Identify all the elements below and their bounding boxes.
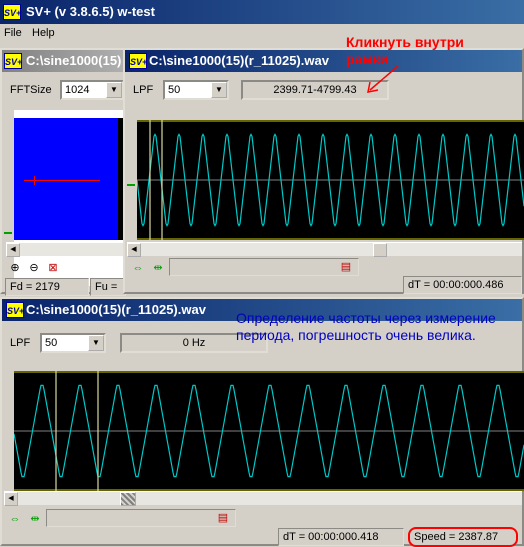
zoom-in-icon[interactable]: ⊕ bbox=[6, 260, 24, 276]
fft-plot[interactable] bbox=[14, 118, 118, 240]
record-icon[interactable]: ▤ bbox=[214, 510, 232, 526]
fft-window-title: C:\sine1000(15) bbox=[26, 53, 122, 68]
top-window-title: C:\sine1000(15)(r_11025).wav bbox=[149, 53, 329, 68]
top-scrollbar[interactable]: ◀ bbox=[127, 242, 522, 257]
lpf-select[interactable]: 50 ▼ bbox=[163, 80, 229, 100]
fft-window-title-bar[interactable]: SV+ C:\sine1000(15) bbox=[2, 50, 126, 72]
bottom-waveform-plot[interactable] bbox=[14, 371, 524, 491]
lpf-label: LPF bbox=[133, 84, 154, 96]
fftsize-value: 1024 bbox=[65, 84, 90, 96]
shrink-icon[interactable]: ⇹ bbox=[149, 260, 167, 276]
app-icon: SV+ bbox=[3, 4, 21, 20]
zoom-out-icon[interactable]: ⊖ bbox=[25, 260, 43, 276]
fftsize-select[interactable]: 1024 ▼ bbox=[60, 80, 124, 100]
fftsize-label: FFTSize bbox=[10, 84, 52, 96]
app-title-bar[interactable]: SV+ SV+ (v 3.8.6.5) w-test bbox=[0, 0, 524, 24]
fft-marker-tick bbox=[34, 176, 35, 185]
annotation-arrow bbox=[367, 65, 399, 93]
app-title: SV+ (v 3.8.6.5) w-test bbox=[26, 4, 155, 19]
level-marker bbox=[127, 184, 135, 186]
window-icon: SV+ bbox=[4, 53, 22, 69]
bottom-window-title: C:\sine1000(15)(r_11025).wav bbox=[26, 302, 206, 317]
fft-window[interactable]: SV+ C:\sine1000(15) FFTSize 1024 ▼ ◀ ⊕ ⊖… bbox=[0, 48, 128, 296]
record-icon[interactable]: ▤ bbox=[337, 259, 355, 275]
window-icon: SV+ bbox=[6, 302, 24, 318]
fu-status: Fu = bbox=[90, 278, 126, 296]
fd-status: Fd = 2179 bbox=[5, 278, 89, 296]
scroll-thumb[interactable] bbox=[120, 492, 136, 506]
lpf-value: 50 bbox=[168, 84, 181, 96]
fft-level-marker bbox=[4, 232, 12, 234]
top-dt-status: dT = 00:00:000.486 bbox=[403, 276, 522, 294]
shrink-icon[interactable]: ⇹ bbox=[26, 511, 44, 527]
clear-icon[interactable]: ⊠ bbox=[44, 260, 62, 276]
speed-status: Speed = 2387.87 bbox=[408, 527, 518, 547]
top-waveform-plot[interactable] bbox=[137, 120, 524, 240]
menu-file[interactable]: File bbox=[4, 27, 22, 39]
bottom-info-panel bbox=[46, 509, 236, 527]
expand-icon[interactable]: ⇔ bbox=[129, 260, 147, 276]
fft-marker-line bbox=[24, 180, 100, 181]
lpf-select[interactable]: 50 ▼ bbox=[40, 333, 106, 353]
fft-scrollbar[interactable]: ◀ bbox=[6, 242, 126, 257]
bottom-waveform-svg bbox=[14, 371, 524, 491]
expand-icon[interactable]: ⇔ bbox=[6, 511, 24, 527]
period-annotation: Определение частоты через измерение пери… bbox=[236, 310, 496, 343]
scroll-thumb[interactable] bbox=[373, 243, 387, 257]
top-waveform-svg bbox=[137, 120, 524, 240]
bottom-dt-status: dT = 00:00:000.418 bbox=[278, 528, 404, 546]
scroll-left-icon[interactable]: ◀ bbox=[6, 243, 20, 257]
lpf-value: 50 bbox=[45, 337, 58, 349]
chevron-down-icon[interactable]: ▼ bbox=[211, 82, 227, 98]
window-icon: SV+ bbox=[129, 53, 147, 69]
chevron-down-icon[interactable]: ▼ bbox=[88, 335, 104, 351]
scroll-left-icon[interactable]: ◀ bbox=[4, 492, 18, 506]
top-wave-window[interactable]: SV+ C:\sine1000(15)(r_11025).wav LPF 50 … bbox=[123, 48, 524, 294]
scroll-left-icon[interactable]: ◀ bbox=[127, 243, 141, 257]
lpf-label: LPF bbox=[10, 337, 31, 349]
top-info-panel bbox=[169, 258, 359, 276]
menu-help[interactable]: Help bbox=[32, 27, 55, 39]
chevron-down-icon[interactable]: ▼ bbox=[106, 82, 122, 98]
bottom-scrollbar[interactable]: ◀ bbox=[4, 491, 522, 506]
